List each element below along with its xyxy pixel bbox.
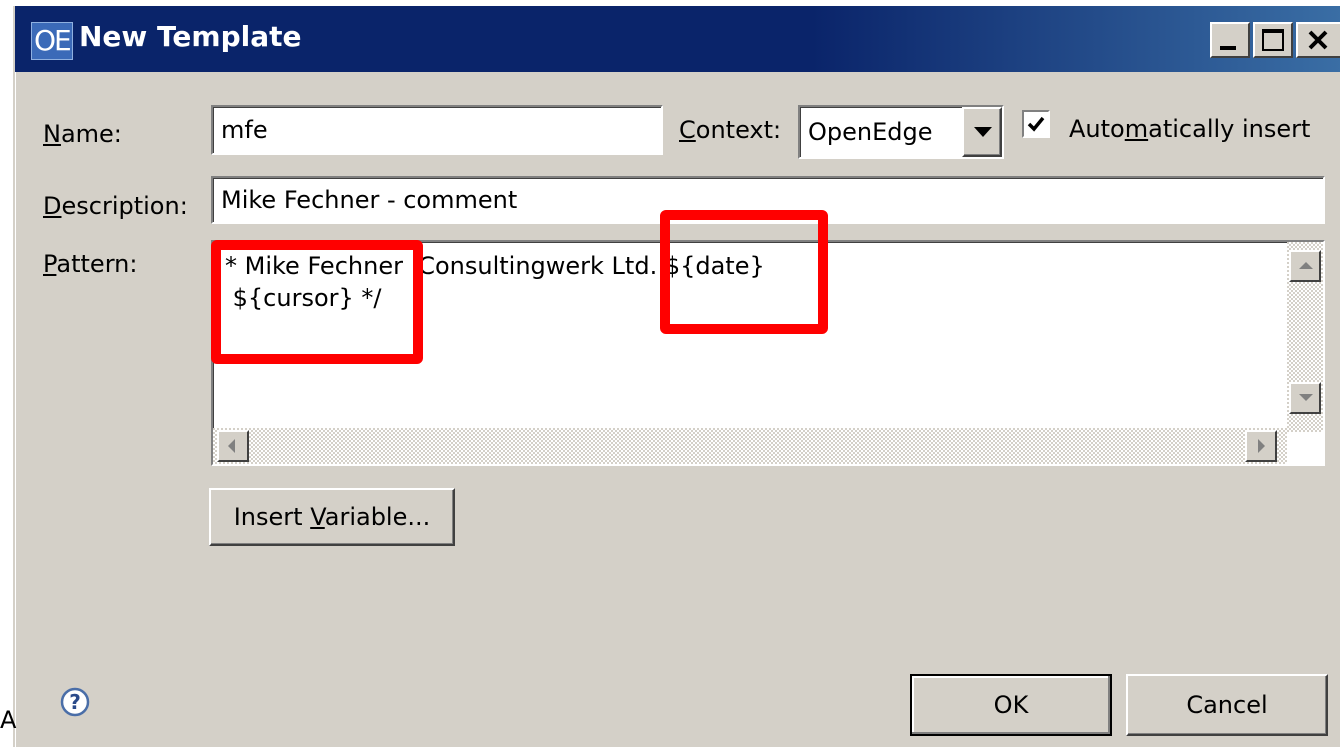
arrow-down-icon bbox=[1299, 394, 1313, 401]
arrow-left-icon bbox=[228, 439, 235, 453]
title-bar[interactable]: OE New Template bbox=[15, 6, 1340, 72]
highlight-cursor-variable bbox=[211, 240, 423, 364]
checkmark-icon bbox=[1027, 116, 1045, 132]
openedge-logo-icon: OE bbox=[31, 22, 73, 60]
window-title: New Template bbox=[79, 20, 302, 53]
maximize-button[interactable] bbox=[1253, 22, 1293, 58]
svg-text:?: ? bbox=[69, 690, 81, 714]
name-label: Name: bbox=[43, 120, 122, 148]
ok-button[interactable]: OK bbox=[910, 674, 1112, 736]
arrow-up-icon bbox=[1299, 262, 1313, 269]
close-button[interactable] bbox=[1296, 22, 1340, 58]
context-label: Context: bbox=[679, 116, 782, 144]
name-value: mfe bbox=[221, 116, 268, 144]
background-text-fragment: A bbox=[0, 706, 17, 734]
description-value: Mike Fechner - comment bbox=[221, 186, 518, 214]
chevron-down-icon bbox=[974, 127, 992, 137]
insert-variable-button[interactable]: Insert Variable... bbox=[209, 488, 455, 546]
new-template-dialog: OE New Template Name: mfe Context: OpenE… bbox=[13, 6, 1340, 747]
cancel-button[interactable]: Cancel bbox=[1126, 674, 1328, 736]
highlight-date-variable bbox=[660, 210, 828, 334]
name-input[interactable]: mfe bbox=[211, 105, 663, 155]
arrow-right-icon bbox=[1258, 439, 1265, 453]
auto-insert-label: Automatically insert bbox=[1069, 115, 1311, 143]
context-dropdown-button[interactable] bbox=[962, 107, 1002, 157]
auto-insert-checkbox[interactable] bbox=[1022, 110, 1050, 138]
maximize-icon bbox=[1262, 29, 1284, 51]
minimize-icon bbox=[1220, 46, 1236, 50]
horizontal-scrollbar[interactable] bbox=[213, 428, 1287, 464]
pattern-label: Pattern: bbox=[43, 250, 138, 278]
scroll-down-button[interactable] bbox=[1289, 382, 1321, 414]
scroll-right-button[interactable] bbox=[1245, 430, 1277, 462]
vertical-scrollbar[interactable] bbox=[1287, 242, 1323, 432]
scroll-up-button[interactable] bbox=[1289, 250, 1321, 282]
help-icon[interactable]: ? bbox=[59, 686, 91, 718]
context-select[interactable]: OpenEdge bbox=[798, 105, 1004, 159]
description-label: Description: bbox=[43, 192, 188, 220]
scroll-left-button[interactable] bbox=[217, 430, 249, 462]
close-icon bbox=[1308, 30, 1328, 50]
context-value: OpenEdge bbox=[808, 118, 933, 146]
minimize-button[interactable] bbox=[1210, 22, 1250, 58]
